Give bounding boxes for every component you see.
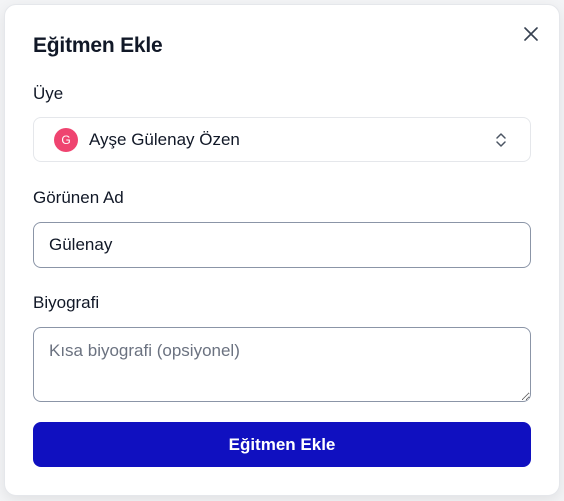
biography-textarea[interactable]	[33, 327, 531, 402]
chevron-up-down-icon	[496, 133, 506, 147]
display-name-label: Görünen Ad	[33, 188, 124, 207]
member-label: Üye	[33, 84, 64, 103]
display-name-input[interactable]	[33, 222, 531, 268]
member-select[interactable]: G Ayşe Gülenay Özen	[33, 117, 531, 162]
avatar: G	[54, 128, 78, 152]
close-button[interactable]	[521, 24, 541, 44]
add-instructor-dialog: Eğitmen Ekle Üye G Ayşe Gülenay Özen Gör…	[4, 4, 560, 496]
dialog-title: Eğitmen Ekle	[33, 34, 163, 57]
add-instructor-button[interactable]: Eğitmen Ekle	[33, 422, 531, 467]
close-icon	[524, 27, 538, 41]
biography-label: Biyografi	[33, 293, 100, 312]
member-select-value: Ayşe Gülenay Özen	[89, 130, 240, 149]
